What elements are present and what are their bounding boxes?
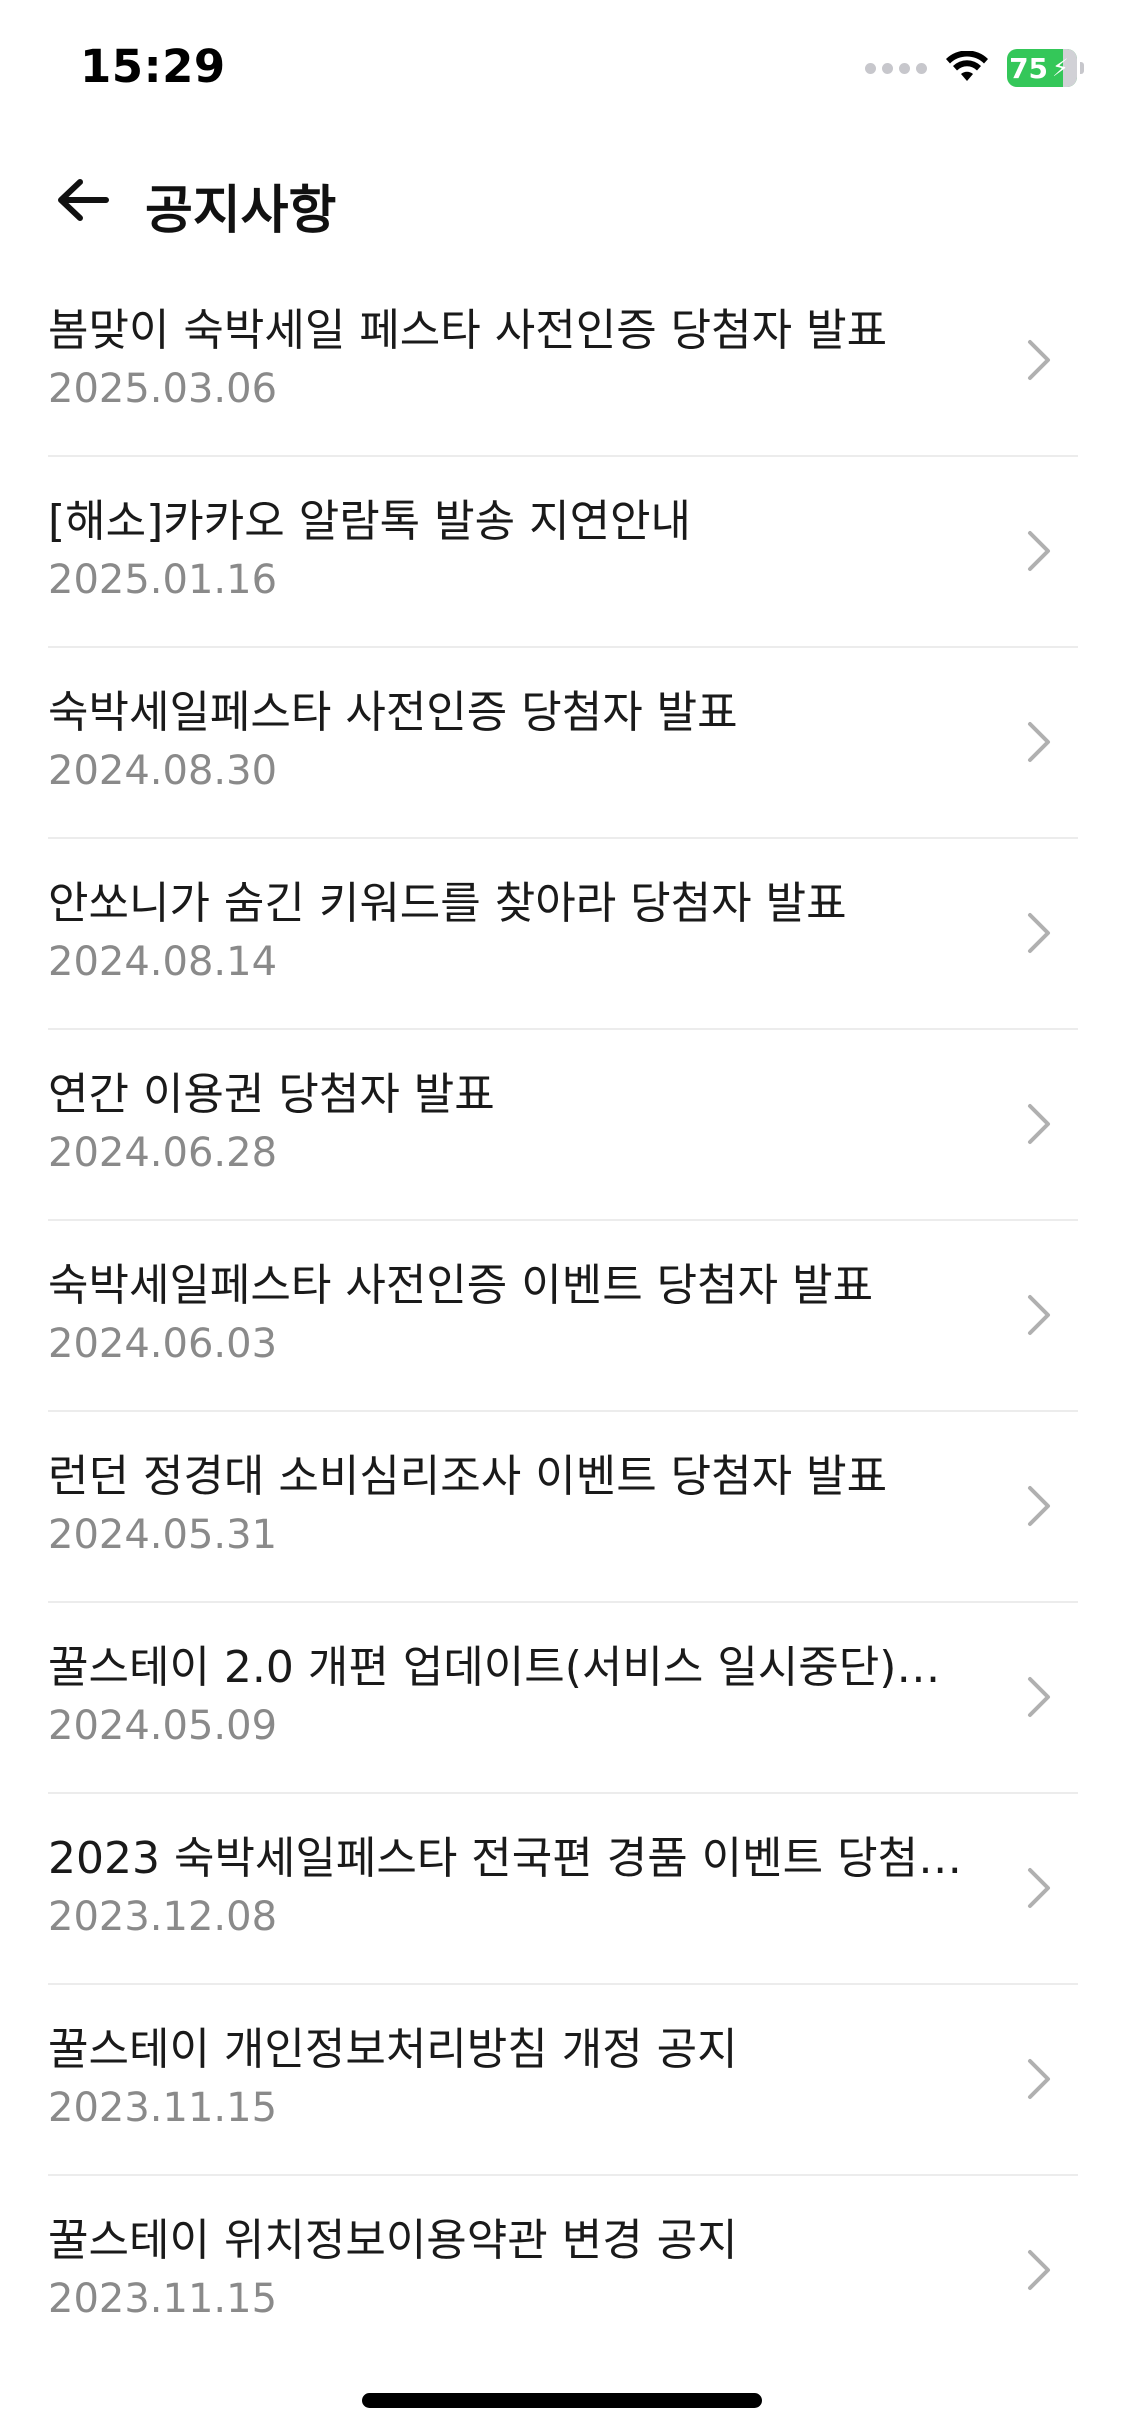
chevron-right-icon: [1028, 531, 1050, 571]
notice-date: 2024.06.28: [48, 1130, 278, 1176]
status-icons: 75 ⚡: [865, 46, 1084, 90]
list-item[interactable]: 봄맞이 숙박세일 페스타 사전인증 당첨자 발표 2025.03.06: [48, 266, 1078, 457]
notice-title: 런던 정경대 소비심리조사 이벤트 당첨자 발표: [48, 1451, 888, 1502]
notice-title: 2023 숙박세일페스타 전국편 경품 이벤트 당첨…: [48, 1833, 963, 1884]
list-item[interactable]: 숙박세일페스타 사전인증 당첨자 발표 2024.08.30: [48, 648, 1078, 839]
chevron-right-icon: [1028, 1295, 1050, 1335]
notice-title: 숙박세일페스타 사전인증 이벤트 당첨자 발표: [48, 1260, 874, 1311]
notice-title: 연간 이용권 당첨자 발표: [48, 1069, 495, 1120]
chevron-right-icon: [1028, 1486, 1050, 1526]
notice-date: 2024.08.14: [48, 939, 278, 985]
notice-date: 2024.05.31: [48, 1512, 278, 1558]
notice-list: 봄맞이 숙박세일 페스타 사전인증 당첨자 발표 2025.03.06 [해소]…: [48, 266, 1078, 2367]
list-item[interactable]: 연간 이용권 당첨자 발표 2024.06.28: [48, 1030, 1078, 1221]
header: 공지사항: [0, 150, 1125, 250]
notice-date: 2025.01.16: [48, 557, 278, 603]
chevron-right-icon: [1028, 1677, 1050, 1717]
chevron-right-icon: [1028, 1868, 1050, 1908]
notice-title: 꿀스테이 위치정보이용약관 변경 공지: [48, 2215, 738, 2266]
back-button[interactable]: [48, 170, 118, 230]
battery-icon: 75 ⚡: [1007, 49, 1084, 87]
notice-date: 2023.12.08: [48, 1894, 278, 1940]
chevron-right-icon: [1028, 913, 1050, 953]
notice-title: [해소]카카오 알람톡 발송 지연안내: [48, 496, 692, 547]
notice-date: 2024.08.30: [48, 748, 278, 794]
chevron-right-icon: [1028, 1104, 1050, 1144]
home-indicator[interactable]: [362, 2393, 762, 2408]
notice-title: 안쏘니가 숨긴 키워드를 찾아라 당첨자 발표: [48, 878, 847, 929]
chevron-right-icon: [1028, 722, 1050, 762]
notice-date: 2024.06.03: [48, 1321, 278, 1367]
notice-date: 2023.11.15: [48, 2276, 278, 2322]
notice-date: 2024.05.09: [48, 1703, 278, 1749]
list-item[interactable]: 꿀스테이 위치정보이용약관 변경 공지 2023.11.15: [48, 2176, 1078, 2367]
notice-date: 2023.11.15: [48, 2085, 278, 2131]
page-title: 공지사항: [145, 181, 337, 241]
status-bar: 15:29 75 ⚡: [0, 0, 1125, 135]
wifi-icon: [945, 51, 989, 85]
notice-title: 꿀스테이 개인정보처리방침 개정 공지: [48, 2024, 738, 2075]
signal-icon: [865, 62, 927, 74]
status-time: 15:29: [80, 40, 226, 93]
battery-level: 75: [1009, 51, 1049, 85]
list-item[interactable]: [해소]카카오 알람톡 발송 지연안내 2025.01.16: [48, 457, 1078, 648]
chevron-right-icon: [1028, 2059, 1050, 2099]
list-item[interactable]: 꿀스테이 개인정보처리방침 개정 공지 2023.11.15: [48, 1985, 1078, 2176]
list-item[interactable]: 꿀스테이 2.0 개편 업데이트(서비스 일시중단)… 2024.05.09: [48, 1603, 1078, 1794]
notice-date: 2025.03.06: [48, 366, 278, 412]
chevron-right-icon: [1028, 2250, 1050, 2290]
list-item[interactable]: 런던 정경대 소비심리조사 이벤트 당첨자 발표 2024.05.31: [48, 1412, 1078, 1603]
chevron-right-icon: [1028, 340, 1050, 380]
notice-title: 꿀스테이 2.0 개편 업데이트(서비스 일시중단)…: [48, 1642, 941, 1693]
notice-title: 봄맞이 숙박세일 페스타 사전인증 당첨자 발표: [48, 305, 888, 356]
notice-title: 숙박세일페스타 사전인증 당첨자 발표: [48, 687, 738, 738]
bolt-icon: ⚡: [1052, 54, 1069, 82]
list-item[interactable]: 안쏘니가 숨긴 키워드를 찾아라 당첨자 발표 2024.08.14: [48, 839, 1078, 1030]
list-item[interactable]: 숙박세일페스타 사전인증 이벤트 당첨자 발표 2024.06.03: [48, 1221, 1078, 1412]
list-item[interactable]: 2023 숙박세일페스타 전국편 경품 이벤트 당첨… 2023.12.08: [48, 1794, 1078, 1985]
arrow-left-icon: [58, 179, 109, 221]
